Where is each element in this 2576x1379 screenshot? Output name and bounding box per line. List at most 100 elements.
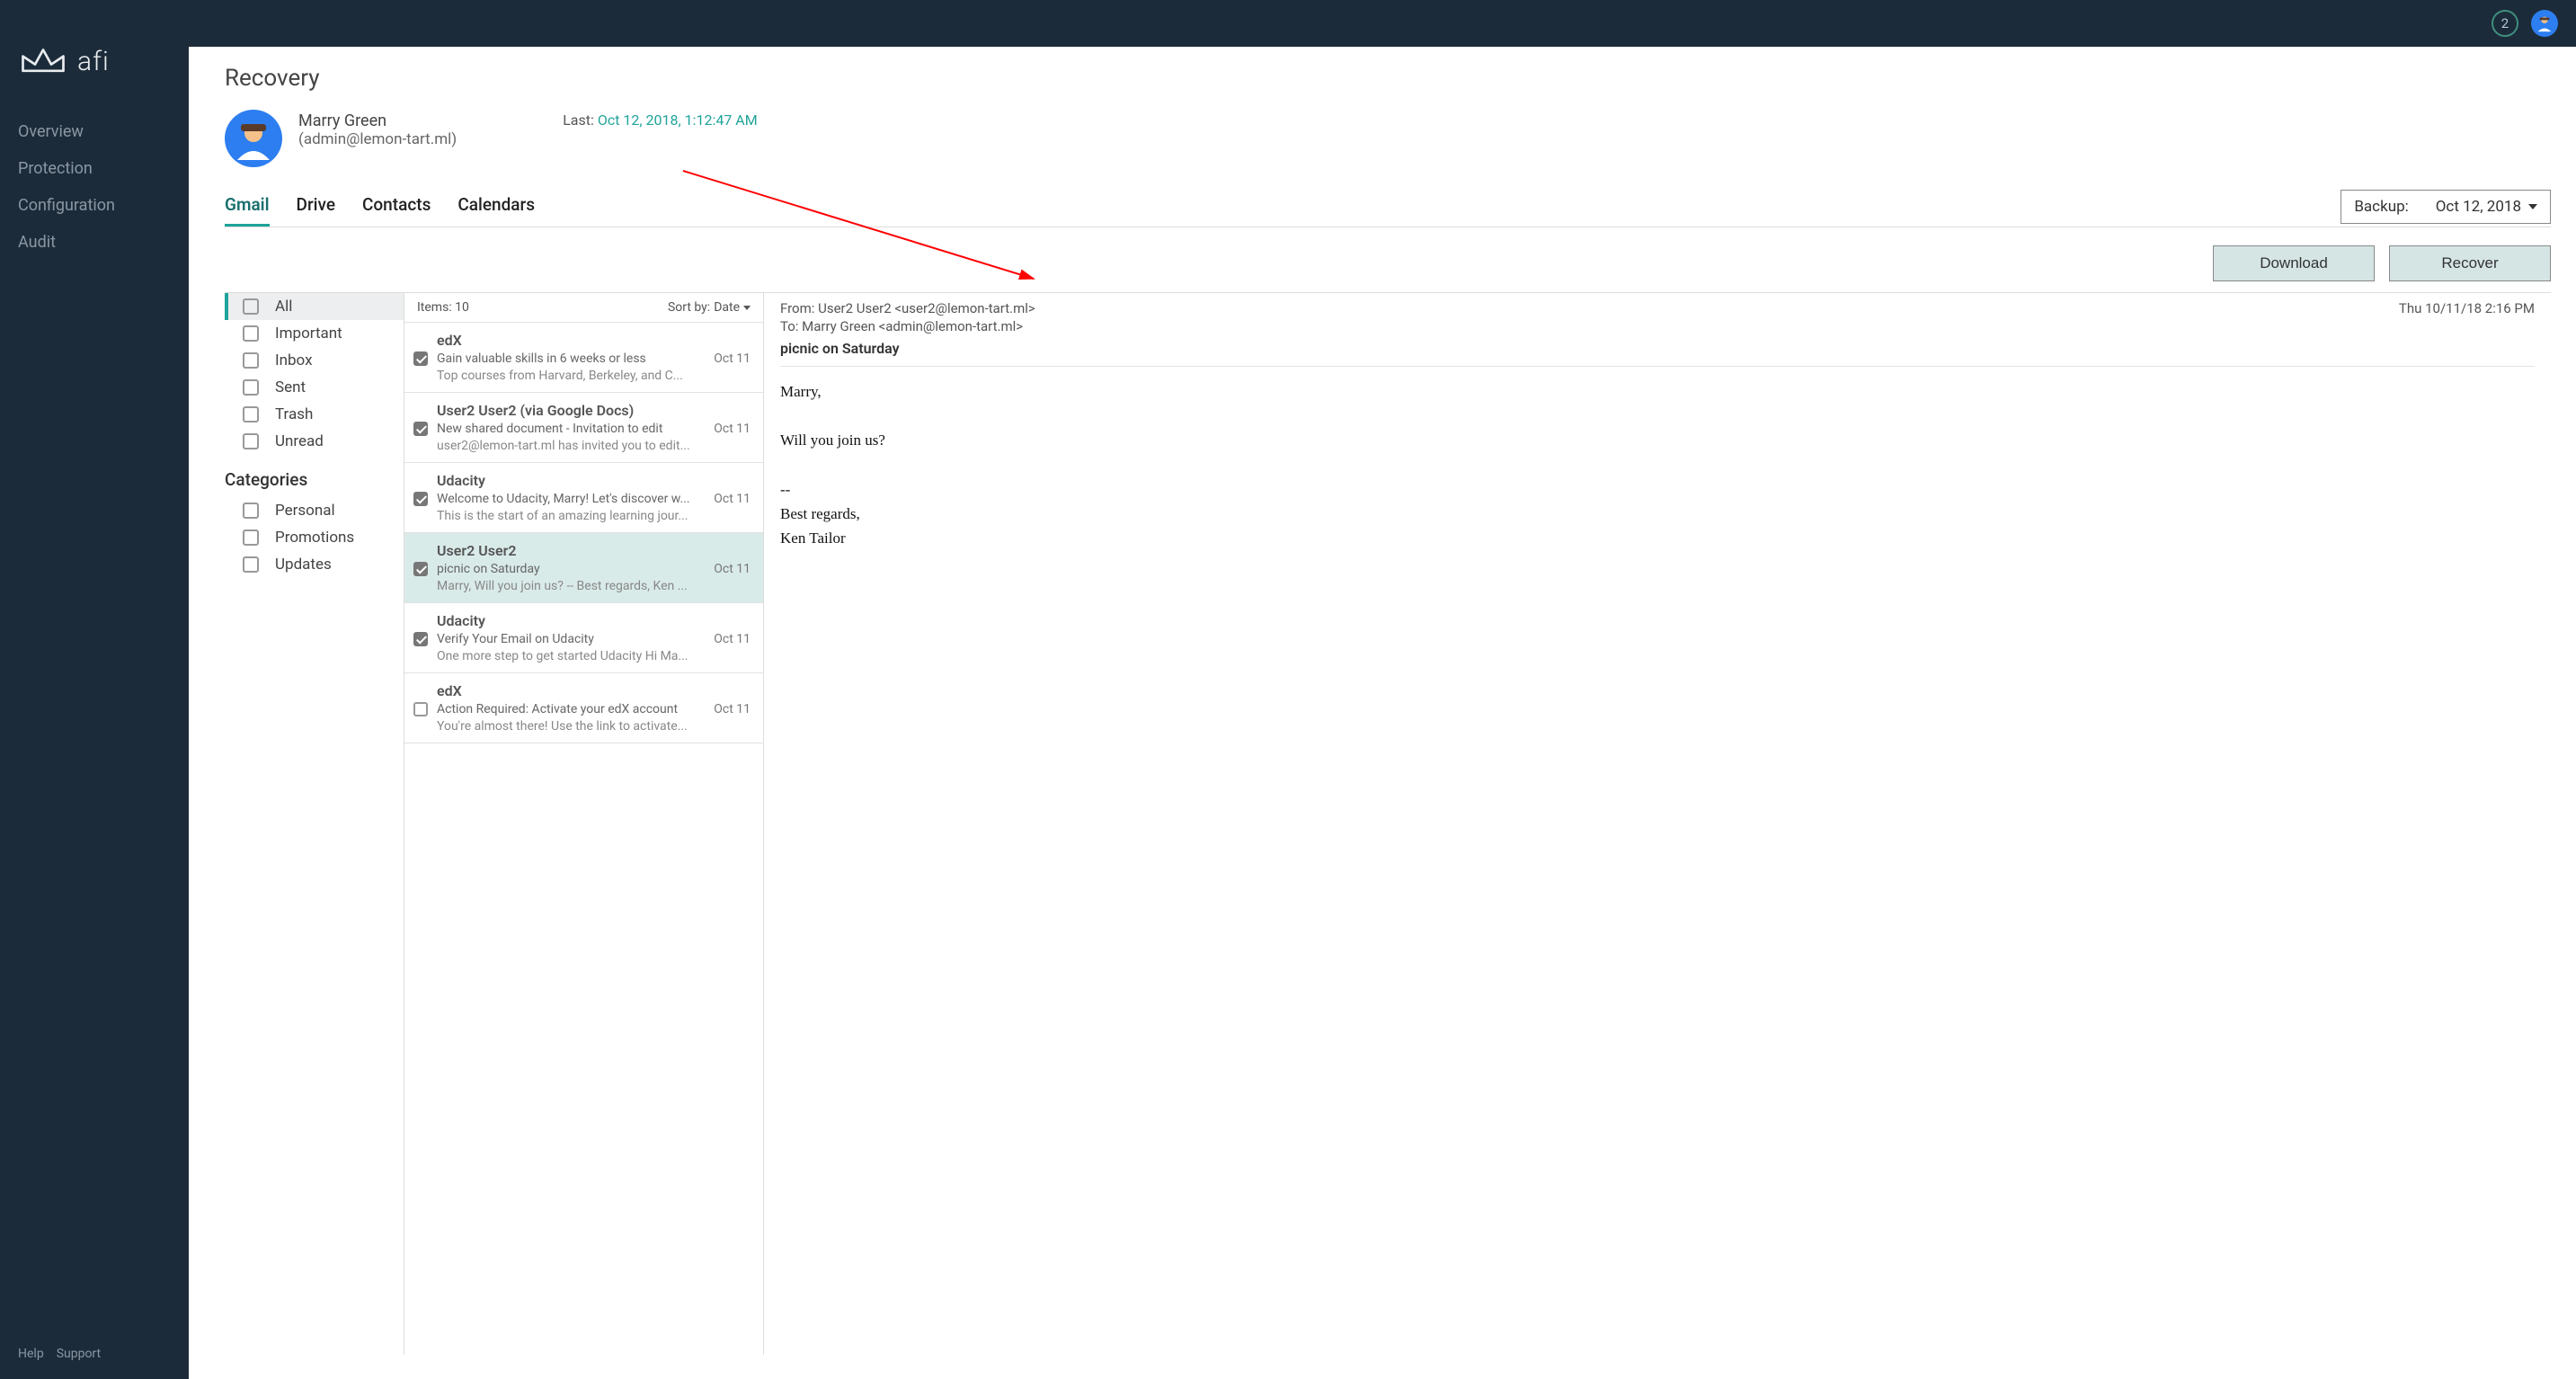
chevron-down-icon xyxy=(2528,204,2537,209)
main-nav: Overview Protection Configuration Audit xyxy=(0,113,189,261)
folder-label: Unread xyxy=(275,432,324,450)
nav-overview[interactable]: Overview xyxy=(0,113,189,150)
folder-inbox[interactable]: Inbox xyxy=(225,347,404,374)
nav-protection[interactable]: Protection xyxy=(0,150,189,187)
message-subject: Welcome to Udacity, Marry! Let's discove… xyxy=(437,492,705,506)
sort-value: Date xyxy=(714,300,740,315)
message-row[interactable]: User2 User2 (via Google Docs)New shared … xyxy=(404,393,763,463)
person-icon xyxy=(232,117,275,160)
message-subject: Verify Your Email on Udacity xyxy=(437,632,705,646)
checkbox-icon[interactable] xyxy=(413,632,428,646)
backup-label: Backup: xyxy=(2354,198,2408,216)
folder-sent[interactable]: Sent xyxy=(225,374,404,401)
messages-list: edX Gain valuable skills in 6 weeks or le… xyxy=(404,323,763,743)
checkbox-icon[interactable] xyxy=(243,529,259,546)
category-personal[interactable]: Personal xyxy=(225,497,404,524)
folder-unread[interactable]: Unread xyxy=(225,428,404,455)
folder-important[interactable]: Important xyxy=(225,320,404,347)
folder-label: Important xyxy=(275,325,342,343)
help-link[interactable]: Help xyxy=(18,1347,44,1361)
message-subject: Action Required: Activate your edX accou… xyxy=(437,702,705,716)
message-row[interactable]: edX Action Required: Activate your edX ac… xyxy=(404,673,763,743)
user-name: Marry Green xyxy=(298,111,457,130)
checkbox-icon[interactable] xyxy=(243,325,259,342)
checkbox-icon[interactable] xyxy=(243,298,259,315)
message-sender: Udacity xyxy=(437,612,705,629)
avatar[interactable] xyxy=(2531,10,2558,37)
message-row[interactable]: edX Gain valuable skills in 6 weeks or le… xyxy=(404,323,763,393)
tab-contacts[interactable]: Contacts xyxy=(362,187,431,227)
user-email: (admin@lemon-tart.ml) xyxy=(298,130,457,148)
recover-button[interactable]: Recover xyxy=(2389,245,2551,281)
message-sender: edX xyxy=(437,332,705,349)
checkbox-icon[interactable] xyxy=(243,406,259,423)
checkbox-icon[interactable] xyxy=(243,503,259,519)
nav-audit[interactable]: Audit xyxy=(0,224,189,261)
message-date: Oct 11 xyxy=(714,402,751,453)
message-subject: picnic on Saturday xyxy=(437,562,705,576)
folder-label: Updates xyxy=(275,556,332,574)
tab-drive[interactable]: Drive xyxy=(297,187,335,227)
message-row[interactable]: Udacity Welcome to Udacity, Marry! Let's … xyxy=(404,463,763,533)
preview-pane: From: User2 User2 <user2@lemon-tart.ml> … xyxy=(764,293,2551,1355)
message-date: Oct 11 xyxy=(714,332,751,383)
message-date: Oct 11 xyxy=(714,682,751,734)
folder-label: Inbox xyxy=(275,351,313,369)
sidebar-footer: Help Support xyxy=(0,1329,189,1379)
content: Recovery Marry Green (admin@lemon-tart.m… xyxy=(189,47,2576,1379)
preview-to: To: Marry Green <admin@lemon-tart.ml> xyxy=(780,318,2535,334)
sort-by[interactable]: Sort by: Date xyxy=(668,300,751,315)
checkbox-icon[interactable] xyxy=(243,379,259,396)
message-subject: Gain valuable skills in 6 weeks or less xyxy=(437,351,705,366)
nav-configuration[interactable]: Configuration xyxy=(0,187,189,224)
checkbox-icon[interactable] xyxy=(243,433,259,449)
person-icon xyxy=(2535,13,2554,33)
backup-selector[interactable]: Backup: Oct 12, 2018 xyxy=(2341,190,2551,224)
message-preview: Marry, Will you join us? -- Best regards… xyxy=(437,579,705,593)
crown-icon xyxy=(18,45,68,77)
user-info: Marry Green (admin@lemon-tart.ml) xyxy=(298,110,457,148)
folders-pane: All Important Inbox Sent Trash Unread Ca… xyxy=(225,293,404,1355)
preview-date: Thu 10/11/18 2:16 PM xyxy=(2399,300,2535,316)
sort-label: Sort by: xyxy=(668,300,710,315)
main-area: 2 Recovery M xyxy=(189,0,2576,1379)
message-row[interactable]: Udacity Verify Your Email on Udacity One m… xyxy=(404,603,763,673)
message-preview: One more step to get started Udacity Hi … xyxy=(437,649,705,663)
preview-from: From: User2 User2 <user2@lemon-tart.ml> xyxy=(780,300,1035,316)
message-preview: This is the start of an amazing learning… xyxy=(437,509,705,523)
tabs-row: Gmail Drive Contacts Calendars Backup: O… xyxy=(225,187,2551,227)
chevron-down-icon xyxy=(743,306,751,310)
brand-name: afi xyxy=(77,46,110,77)
message-sender: User2 User2 (via Google Docs) xyxy=(437,402,705,419)
tab-calendars[interactable]: Calendars xyxy=(457,187,535,227)
folder-label: Personal xyxy=(275,502,335,520)
checkbox-icon[interactable] xyxy=(243,556,259,573)
checkbox-icon[interactable] xyxy=(413,351,428,366)
category-promotions[interactable]: Promotions xyxy=(225,524,404,551)
folder-label: Sent xyxy=(275,378,306,396)
message-sender: edX xyxy=(437,682,705,699)
user-header: Marry Green (admin@lemon-tart.ml) Last: … xyxy=(225,110,2551,167)
items-count: Items: 10 xyxy=(417,300,469,315)
user-avatar xyxy=(225,110,282,167)
message-row[interactable]: User2 User2 picnic on Saturday Marry, Will… xyxy=(404,533,763,603)
support-link[interactable]: Support xyxy=(57,1347,101,1361)
checkbox-icon[interactable] xyxy=(243,352,259,369)
three-columns: All Important Inbox Sent Trash Unread Ca… xyxy=(225,292,2551,1355)
page-title: Recovery xyxy=(225,65,2551,92)
notifications-badge[interactable]: 2 xyxy=(2492,10,2518,37)
folder-all[interactable]: All xyxy=(225,293,404,320)
checkbox-icon[interactable] xyxy=(413,562,428,576)
checkbox-icon[interactable] xyxy=(413,422,428,436)
folder-label: Trash xyxy=(275,405,313,423)
message-sender: User2 User2 xyxy=(437,542,705,559)
tab-gmail[interactable]: Gmail xyxy=(225,187,270,227)
checkbox-icon[interactable] xyxy=(413,702,428,716)
messages-header: Items: 10 Sort by: Date xyxy=(404,293,763,323)
message-sender: Udacity xyxy=(437,472,705,489)
download-button[interactable]: Download xyxy=(2213,245,2375,281)
category-updates[interactable]: Updates xyxy=(225,551,404,578)
checkbox-icon[interactable] xyxy=(413,492,428,506)
folder-trash[interactable]: Trash xyxy=(225,401,404,428)
message-date: Oct 11 xyxy=(714,542,751,593)
